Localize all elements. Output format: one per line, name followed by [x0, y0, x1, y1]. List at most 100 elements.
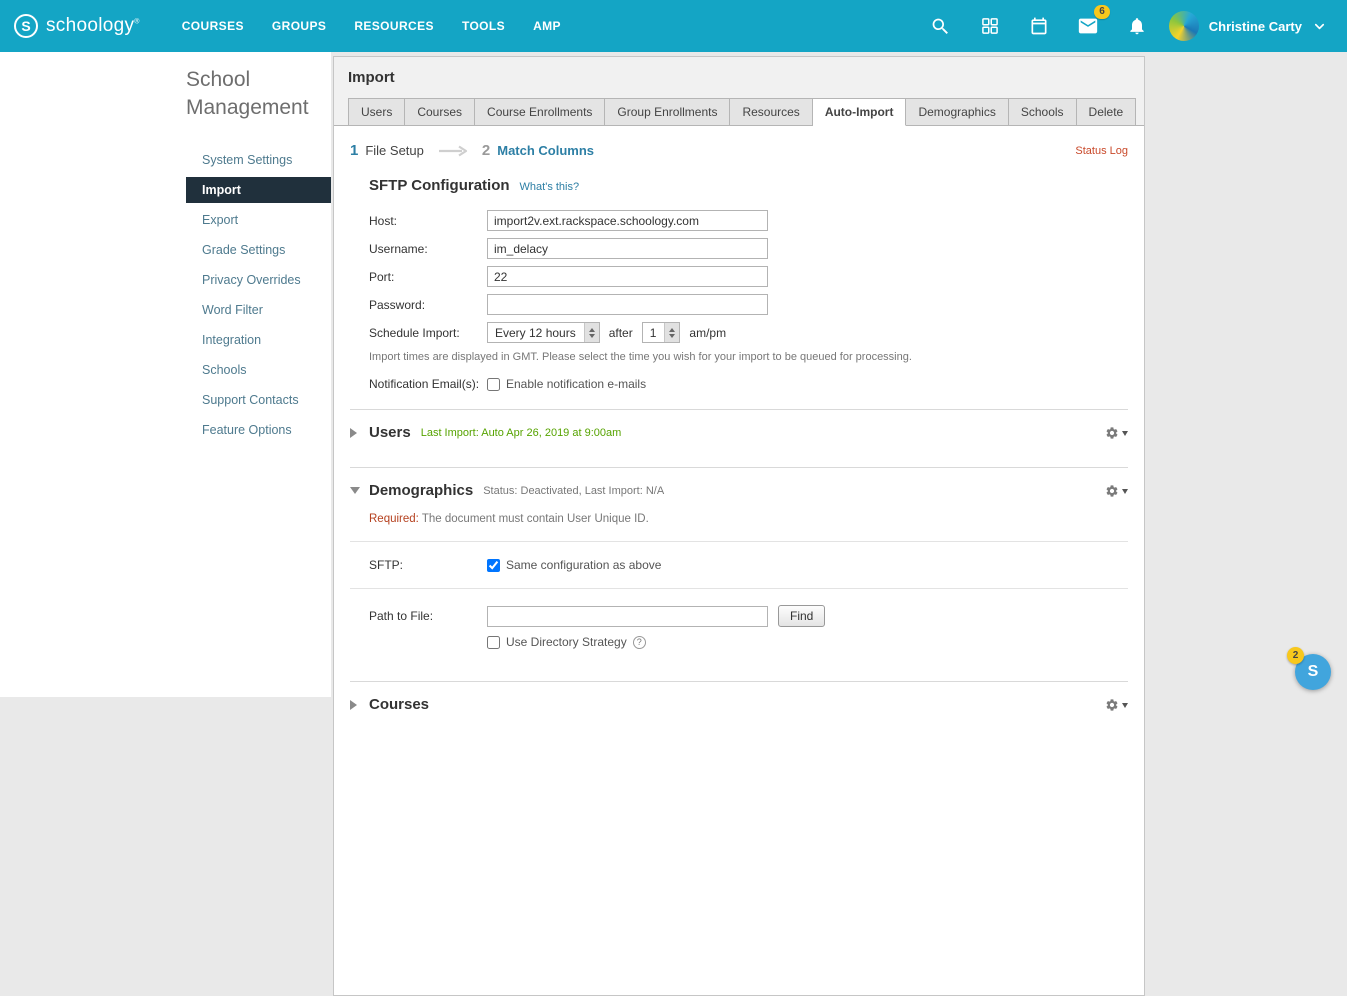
tab-users[interactable]: Users [348, 98, 405, 126]
path-to-file-label: Path to File: [369, 609, 487, 623]
users-section-header[interactable]: Users Last Import: Auto Apr 26, 2019 at … [334, 410, 1144, 453]
page-title: Import [348, 69, 1130, 86]
port-input[interactable] [487, 266, 768, 287]
schedule-import-select[interactable]: Every 12 hours [487, 322, 600, 343]
import-card: Import Users Courses Course Enrollments … [333, 56, 1145, 996]
header-icon-group: 6 [929, 14, 1149, 38]
demographics-status: Status: Deactivated, Last Import: N/A [483, 485, 664, 497]
notifications-bell-icon[interactable] [1125, 14, 1149, 38]
step-2-link[interactable]: Match Columns [497, 143, 594, 158]
sidebar-item-export[interactable]: Export [186, 207, 331, 233]
select-stepper-icon [664, 323, 679, 342]
same-configuration-text: Same configuration as above [506, 558, 661, 572]
username-input[interactable] [487, 238, 768, 259]
demographics-settings-menu[interactable] [1105, 484, 1128, 498]
wizard-steps: 1 File Setup 2 Match Columns Status Log [334, 126, 1144, 173]
notification-emails-label: Notification Email(s): [369, 377, 487, 391]
chat-launcher-letter: S [1308, 663, 1319, 681]
enable-notification-checkbox[interactable] [487, 378, 500, 391]
sftp-configuration-section: SFTP Configuration What's this? Host: Us… [334, 173, 1144, 391]
nav-tools[interactable]: TOOLS [462, 19, 505, 33]
gear-icon [1105, 426, 1119, 440]
sidebar-item-support-contacts[interactable]: Support Contacts [186, 387, 331, 413]
tab-courses[interactable]: Courses [405, 98, 475, 126]
required-note: Required: The document must contain User… [334, 511, 1144, 541]
users-settings-menu[interactable] [1105, 426, 1128, 440]
caret-down-icon [1122, 703, 1128, 711]
sidebar-item-system-settings[interactable]: System Settings [186, 147, 331, 173]
chat-launcher-button[interactable]: S 2 [1295, 654, 1331, 690]
brand-name: schoology® [46, 15, 140, 37]
sidebar-item-privacy-overrides[interactable]: Privacy Overrides [186, 267, 331, 293]
gmt-note: Import times are displayed in GMT. Pleas… [369, 351, 1128, 363]
avatar [1169, 11, 1199, 41]
whats-this-link[interactable]: What's this? [520, 181, 580, 193]
after-label: after [609, 326, 633, 340]
help-icon[interactable]: ? [633, 636, 646, 649]
demographics-sftp-label: SFTP: [369, 558, 487, 572]
host-label: Host: [369, 214, 487, 228]
step-2-number: 2 [482, 142, 490, 159]
courses-section-header[interactable]: Courses [334, 682, 1144, 725]
messages-count-badge: 6 [1094, 5, 1110, 19]
nav-resources[interactable]: RESOURCES [354, 19, 434, 33]
tab-auto-import[interactable]: Auto-Import [813, 98, 907, 126]
sidebar-item-import[interactable]: Import [186, 177, 331, 203]
use-directory-strategy-text: Use Directory Strategy [506, 635, 627, 649]
step-1-label: File Setup [365, 143, 424, 158]
tab-group-enrollments[interactable]: Group Enrollments [605, 98, 730, 126]
use-directory-strategy-checkbox[interactable] [487, 636, 500, 649]
search-icon[interactable] [929, 14, 953, 38]
users-last-import: Last Import: Auto Apr 26, 2019 at 9:00am [421, 427, 622, 439]
find-button[interactable]: Find [778, 605, 825, 627]
chevron-right-icon [350, 700, 362, 710]
school-management-sidebar: School Management System Settings Import… [0, 52, 331, 697]
courses-settings-menu[interactable] [1105, 698, 1128, 712]
sidebar-item-feature-options[interactable]: Feature Options [186, 417, 331, 443]
ampm-label: am/pm [689, 326, 726, 340]
brand-trademark: ® [134, 19, 139, 26]
messages-icon[interactable]: 6 [1076, 14, 1100, 38]
password-input[interactable] [487, 294, 768, 315]
step-arrow-icon [438, 145, 468, 157]
tab-delete[interactable]: Delete [1077, 98, 1137, 126]
same-configuration-checkbox[interactable] [487, 559, 500, 572]
nav-groups[interactable]: GROUPS [272, 19, 326, 33]
demographics-section-header[interactable]: Demographics Status: Deactivated, Last I… [334, 468, 1144, 511]
status-log-link[interactable]: Status Log [1075, 145, 1128, 157]
path-to-file-input[interactable] [487, 606, 768, 627]
card-header: Import Users Courses Course Enrollments … [334, 57, 1144, 126]
chat-unread-badge: 2 [1287, 647, 1304, 664]
top-navigation-bar: S schoology® COURSES GROUPS RESOURCES TO… [0, 0, 1347, 52]
schedule-import-label: Schedule Import: [369, 326, 487, 340]
users-section-title: Users [369, 424, 411, 441]
gear-icon [1105, 698, 1119, 712]
sidebar-title: School Management [186, 66, 318, 123]
caret-down-icon [1122, 431, 1128, 439]
enable-notification-text: Enable notification e-mails [506, 377, 646, 391]
sidebar-nav: System Settings Import Export Grade Sett… [186, 147, 331, 443]
tab-demographics[interactable]: Demographics [906, 98, 1008, 126]
host-input[interactable] [487, 210, 768, 231]
tab-schools[interactable]: Schools [1009, 98, 1077, 126]
nav-courses[interactable]: COURSES [182, 19, 244, 33]
port-label: Port: [369, 270, 487, 284]
user-account-menu[interactable]: Christine Carty [1169, 11, 1327, 41]
apps-grid-icon[interactable] [978, 14, 1002, 38]
demographics-section-title: Demographics [369, 482, 473, 499]
primary-nav: COURSES GROUPS RESOURCES TOOLS AMP [182, 19, 561, 33]
nav-amp[interactable]: AMP [533, 19, 561, 33]
required-label: Required: [369, 513, 419, 525]
sidebar-item-schools[interactable]: Schools [186, 357, 331, 383]
sidebar-item-integration[interactable]: Integration [186, 327, 331, 353]
calendar-icon[interactable] [1027, 14, 1051, 38]
tab-course-enrollments[interactable]: Course Enrollments [475, 98, 605, 126]
tab-resources[interactable]: Resources [730, 98, 812, 126]
main-content: Import Users Courses Course Enrollments … [331, 52, 1347, 697]
hour-select[interactable]: 1 [642, 322, 681, 343]
sidebar-item-word-filter[interactable]: Word Filter [186, 297, 331, 323]
sftp-configuration-heading: SFTP Configuration [369, 177, 510, 194]
required-text: The document must contain User Unique ID… [422, 513, 649, 525]
schoology-logo[interactable]: S schoology® [14, 14, 140, 38]
sidebar-item-grade-settings[interactable]: Grade Settings [186, 237, 331, 263]
